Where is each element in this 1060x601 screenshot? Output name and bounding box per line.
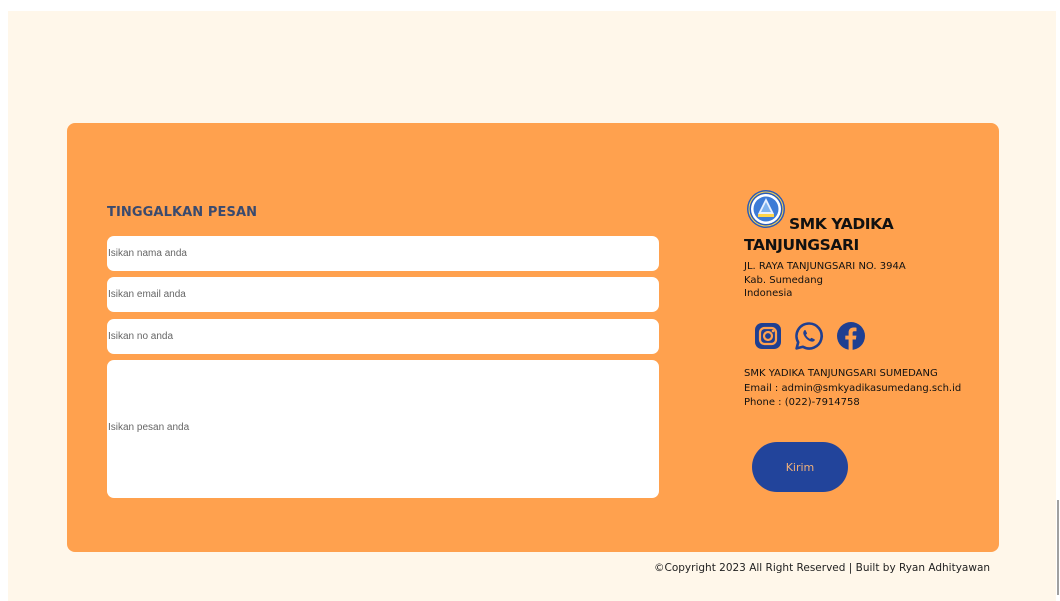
contact-details: SMK YADIKA TANJUNGSARI SUMEDANG Email : … [744,367,961,411]
phone-input[interactable] [107,319,659,354]
scrollbar[interactable] [1057,500,1059,595]
contact-phone: Phone : (022)-7914758 [744,397,860,408]
address-line: Indonesia [744,288,793,299]
contact-org: SMK YADIKA TANJUNGSARI SUMEDANG [744,368,938,379]
address-line: JL. RAYA TANJUNGSARI NO. 394A [744,261,906,272]
copyright-footer: ©Copyright 2023 All Right Reserved | Bui… [654,562,991,574]
school-name: SMK YADIKA TANJUNGSARI [744,215,894,254]
email-input[interactable] [107,277,659,312]
instagram-icon[interactable] [752,320,784,352]
submit-button[interactable]: Kirim [752,442,848,492]
address-line: Kab. Sumedang [744,274,823,286]
school-address: JL. RAYA TANJUNGSARI NO. 394A Kab. Sumed… [744,260,906,301]
facebook-icon[interactable] [835,320,867,352]
contact-card: TINGGALKAN PESAN SMK YADIKA TANJUNGSARI … [67,123,999,552]
whatsapp-icon[interactable] [793,320,825,352]
message-textarea[interactable] [107,360,659,498]
contact-email: Email : admin@smkyadikasumedang.sch.id [744,382,962,394]
form-title: TINGGALKAN PESAN [107,205,258,220]
name-input[interactable] [107,236,659,271]
